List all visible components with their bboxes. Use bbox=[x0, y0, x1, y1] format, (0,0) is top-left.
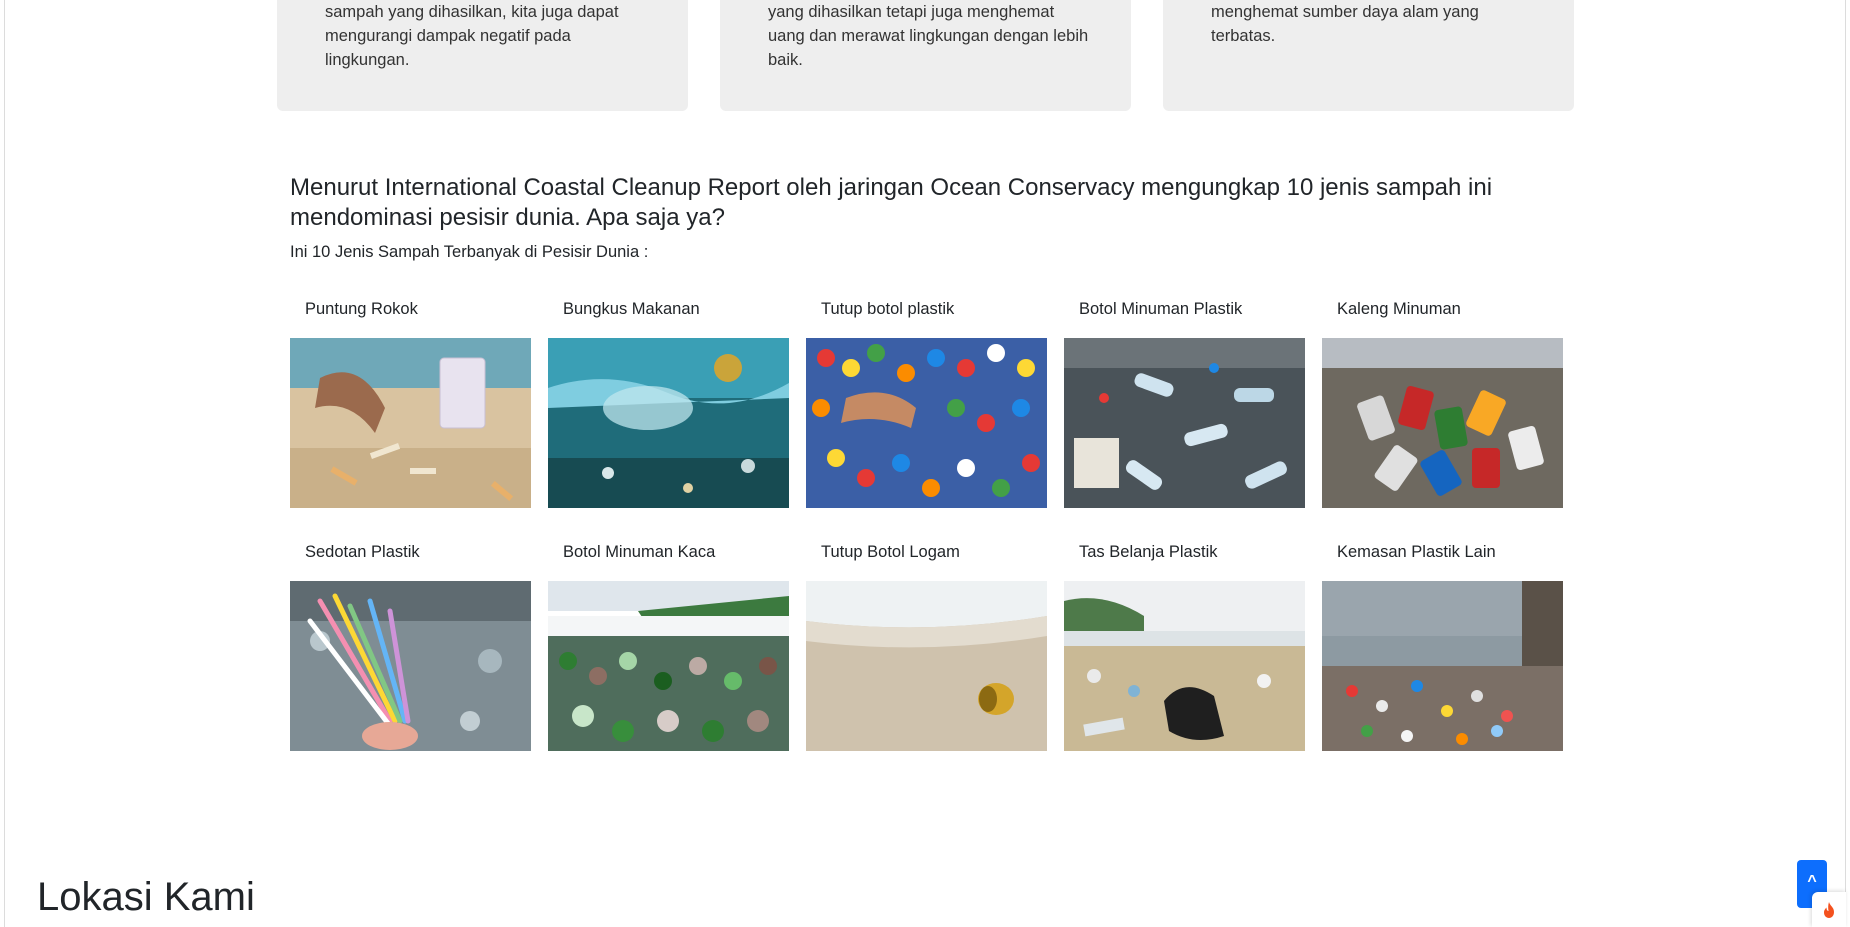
card-line: uang dan merawat lingkungan dengan lebih bbox=[768, 27, 1089, 45]
lokasi-title: Lokasi Kami bbox=[37, 875, 255, 919]
glass-bottles-photo bbox=[548, 581, 789, 751]
benefit-card: sampah yang dihasilkan, kita juga dapat … bbox=[277, 0, 688, 111]
metal-cap-photo bbox=[806, 581, 1047, 751]
plastic-bottles-photo bbox=[1064, 338, 1305, 508]
trash-item-label: Tas Belanja Plastik bbox=[1079, 543, 1218, 561]
trash-item-label: Botol Minuman Kaca bbox=[563, 543, 716, 561]
card-line: mengurangi dampak negatif pada bbox=[325, 27, 571, 45]
section-heading: Menurut International Coastal Cleanup Re… bbox=[290, 174, 1493, 231]
cigarette-butts-photo bbox=[290, 338, 531, 508]
card-line: menghemat sumber daya alam yang bbox=[1211, 3, 1479, 21]
flame-icon[interactable] bbox=[1812, 892, 1846, 927]
trash-item-label: Botol Minuman Plastik bbox=[1079, 300, 1243, 318]
trash-item-label: Kemasan Plastik Lain bbox=[1337, 543, 1496, 561]
food-wrapper-photo bbox=[548, 338, 789, 508]
card-line: terbatas. bbox=[1211, 27, 1276, 45]
benefit-card: menghemat sumber daya alam yang terbatas… bbox=[1163, 0, 1574, 111]
benefit-cards: sampah yang dihasilkan, kita juga dapat … bbox=[277, 0, 1574, 112]
card-line: yang dihasilkan tetapi juga menghemat bbox=[768, 3, 1055, 21]
trash-item-label: Puntung Rokok bbox=[305, 300, 418, 318]
drink-cans-photo bbox=[1322, 338, 1563, 508]
trash-item-label: Tutup Botol Logam bbox=[821, 543, 960, 561]
card-line: baik. bbox=[768, 51, 803, 69]
trash-item-label: Kaleng Minuman bbox=[1337, 300, 1461, 318]
plastic-bag-photo bbox=[1064, 581, 1305, 751]
plastic-caps-photo bbox=[806, 338, 1047, 508]
card-line: sampah yang dihasilkan, kita juga dapat bbox=[325, 3, 619, 21]
plastic-straws-photo bbox=[290, 581, 531, 751]
trash-item-label: Bungkus Makanan bbox=[563, 300, 700, 318]
plastic-packaging-photo bbox=[1322, 581, 1563, 751]
benefit-card: yang dihasilkan tetapi juga menghemat ua… bbox=[720, 0, 1131, 111]
trash-item-label: Tutup botol plastik bbox=[821, 300, 955, 318]
trash-item-label: Sedotan Plastik bbox=[305, 543, 420, 561]
card-line: lingkungan. bbox=[325, 51, 410, 69]
section-subheading: Ini 10 Jenis Sampah Terbanyak di Pesisir… bbox=[290, 243, 649, 261]
